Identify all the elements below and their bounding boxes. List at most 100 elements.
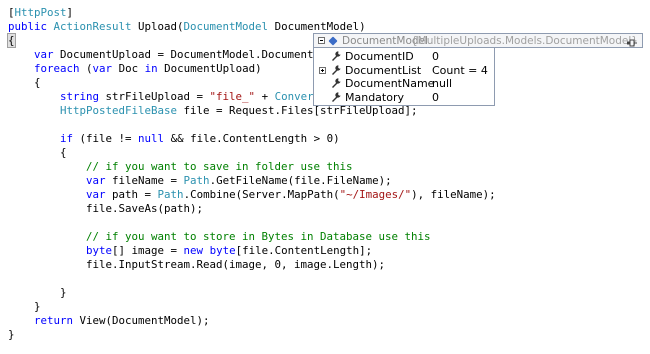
code-line[interactable]: var DocumentUpload = DocumentModel.Docum… [8,48,327,62]
code-line[interactable]: byte[] image = new byte[file.ContentLeng… [8,244,372,258]
code-token: DocumentModel [183,20,269,33]
code-token: new [183,244,204,257]
expand-toggle[interactable] [319,66,326,74]
code-token: ActionResult [53,20,132,33]
property-value[interactable]: 0 [432,50,439,63]
code-line[interactable]: public ActionResult Upload(DocumentModel… [8,20,366,34]
datatip-row[interactable]: DocumentList Count = 4 [314,64,496,77]
code-token: .Combine(Server.MapPath( [183,188,340,201]
code-token: foreach [34,62,80,75]
code-token: Path [183,174,210,187]
code-line[interactable]: string strFileUpload = "file_" + Convert… [8,90,327,104]
code-token: ] [66,6,74,19]
property-value[interactable]: 0 [432,91,439,104]
code-line[interactable]: { [7,33,16,48]
code-token: } [8,286,67,299]
code-token: // if you want to save in folder use thi… [86,160,353,173]
code-token: in [144,62,158,75]
code-token: DocumentUpload = DocumentModel.DocumentL… [53,48,327,61]
datatip-row[interactable]: Mandatory 0 [314,91,496,104]
collapse-toggle[interactable] [318,37,325,44]
wrench-icon [331,51,341,62]
code-line[interactable]: var path = Path.Combine(Server.MapPath("… [8,188,496,202]
code-token: && file.ContentLength > 0) [164,132,340,145]
code-token: .GetFileName(file.FileName); [209,174,392,187]
code-token: { [8,76,41,89]
code-line[interactable]: return View(DocumentModel); [8,314,210,328]
code-line[interactable]: var fileName = Path.GetFileName(file.Fil… [8,174,392,188]
code-token: HttpPost [14,6,67,19]
property-name: DocumentName [345,77,435,90]
code-token: if [60,132,74,145]
wrench-icon [331,64,341,76]
code-token: Path [157,188,184,201]
code-line[interactable]: file.SaveAs(path); [8,202,203,216]
property-value[interactable]: null [432,77,452,90]
code-line[interactable]: if (file != null && file.ContentLength >… [8,132,340,146]
code-token: Doc [112,62,145,75]
code-token: // if you want to store in Bytes in Data… [86,230,431,243]
code-token: { [8,146,67,159]
code-token: null [138,132,165,145]
property-name: DocumentList [345,63,422,77]
matching-brace: { [7,33,16,48]
code-token: var [34,48,54,61]
datatip-header[interactable]: DocumentModel {MultipleUploads.Models.Do… [313,33,643,48]
code-token: byte [209,244,236,257]
code-line[interactable]: { [8,76,41,90]
code-token: } [8,300,41,313]
code-token: var [86,188,106,201]
code-token: Upload( [131,20,184,33]
property-name: DocumentID [345,50,414,63]
code-line[interactable]: // if you want to save in folder use thi… [8,160,353,174]
wrench-icon [331,91,341,103]
code-token: + [255,90,275,103]
object-icon [328,36,338,46]
property-value[interactable]: Count = 4 [432,64,488,77]
code-token: HttpPostedFileBase [60,104,178,117]
code-token: (file != [73,132,139,145]
code-token: DocumentModel) [268,20,366,33]
code-line[interactable]: HttpPostedFileBase file = Request.Files[… [8,104,418,118]
pin-icon[interactable] [627,37,637,47]
code-token: path = [105,188,158,201]
code-token: View(DocumentModel); [73,314,210,327]
code-token: file.SaveAs(path); [8,202,204,215]
code-token: byte [86,244,113,257]
code-token: var [92,62,113,75]
code-line[interactable]: [HttpPost] [8,6,73,20]
code-line[interactable]: } [8,300,41,314]
code-token: ), fileName); [411,188,496,201]
code-line[interactable]: // if you want to store in Bytes in Data… [8,230,431,244]
code-token: var [86,174,106,187]
code-token: ( [79,62,93,75]
code-line[interactable]: file.InputStream.Read(image, 0, image.Le… [8,258,385,272]
code-token: DocumentUpload) [157,62,262,75]
datatip[interactable]: DocumentModel {MultipleUploads.Models.Do… [313,33,643,106]
code-token: fileName = [105,174,184,187]
code-token: [file.ContentLength]; [235,244,373,257]
code-token: "file_" [209,90,256,103]
wrench-icon [331,78,341,89]
datatip-variable-value: {MultipleUploads.Models.DocumentModel} [411,35,638,47]
code-token: string [60,90,100,103]
code-token: public [8,20,54,33]
code-token: return [34,314,74,327]
code-line[interactable]: foreach (var Doc in DocumentUpload) [8,62,262,76]
code-token: } [8,328,15,341]
datatip-row[interactable]: DocumentName null [314,77,496,90]
code-editor[interactable]: [HttpPost] public ActionResult Upload(Doc… [0,0,650,354]
code-line[interactable]: } [8,286,67,300]
code-line[interactable]: { [8,146,67,160]
code-line[interactable]: } [8,328,15,342]
datatip-row[interactable]: DocumentID 0 [314,50,496,63]
